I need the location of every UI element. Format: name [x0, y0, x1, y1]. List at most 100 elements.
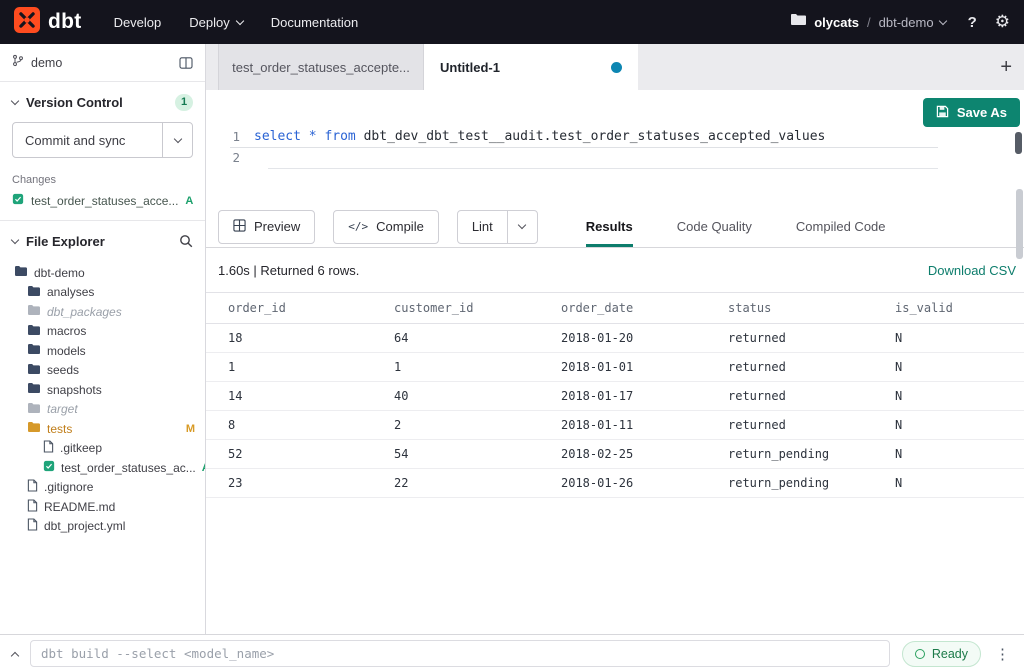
editor-line-rule: [230, 147, 938, 148]
tab-untitled-1[interactable]: Untitled-1: [424, 44, 638, 90]
status-badge: Ready: [901, 640, 981, 667]
new-tab-button[interactable]: +: [988, 56, 1024, 79]
commit-options-dropdown[interactable]: [162, 123, 192, 157]
chevron-down-icon: [10, 235, 20, 244]
tree-item-dbt-project-yml[interactable]: dbt_project.yml: [0, 517, 205, 537]
version-control-title: Version Control: [26, 94, 123, 110]
table-grid-icon: [233, 218, 246, 235]
cell: N: [873, 439, 1024, 469]
panel-scrollbar-thumb[interactable]: [1016, 189, 1023, 259]
path-separator: /: [867, 14, 871, 30]
git-status-modified: M: [185, 422, 195, 435]
file-icon: [43, 440, 54, 456]
folder-icon: [27, 285, 41, 300]
code-brackets-icon: </>: [348, 220, 369, 233]
tab-test-order-statuses[interactable]: test_order_statuses_accepte...: [218, 44, 424, 90]
results-table-wrap: order_id customer_id order_date status i…: [206, 292, 1024, 634]
changed-file-item[interactable]: test_order_statuses_acce... A: [0, 191, 205, 210]
lint-button[interactable]: Lint: [458, 211, 507, 243]
tree-item-gitignore[interactable]: .gitignore: [0, 478, 205, 498]
project-switcher[interactable]: dbt-demo: [879, 15, 947, 30]
kebab-menu-icon[interactable]: ⋮: [993, 645, 1012, 663]
workspace-body: demo Version Control 1 Commit and sync C…: [0, 44, 1024, 634]
folder-icon: [27, 343, 41, 358]
changes-label: Changes: [12, 174, 57, 186]
help-icon[interactable]: ?: [968, 14, 977, 31]
cell: returned: [706, 323, 873, 353]
tree-item-snapshots[interactable]: snapshots: [0, 380, 205, 400]
version-control-header[interactable]: Version Control 1: [0, 82, 205, 122]
chevron-down-icon: [173, 134, 182, 143]
editor-tab-bar: test_order_statuses_accepte... Untitled-…: [206, 44, 1024, 90]
table-row: 8 2 2018-01-11 returned N: [206, 410, 1024, 440]
tree-item-models[interactable]: models: [0, 341, 205, 361]
nav-develop[interactable]: Develop: [114, 15, 162, 30]
lint-split-button: Lint: [456, 209, 538, 244]
branch-selector[interactable]: demo: [0, 44, 205, 82]
tree-item-seeds[interactable]: seeds: [0, 361, 205, 381]
folder-icon: [27, 421, 41, 436]
test-file-icon: [43, 460, 55, 475]
preview-button[interactable]: Preview: [218, 209, 316, 244]
table-header-row: order_id customer_id order_date status i…: [206, 292, 1024, 324]
code-editor[interactable]: Save As 1 select * from dbt_dev_dbt_test…: [206, 90, 1024, 206]
search-icon[interactable]: [179, 234, 193, 248]
tab-results[interactable]: Results: [585, 206, 633, 247]
folder-icon: [27, 324, 41, 339]
tree-item-dbt-demo[interactable]: dbt-demo: [0, 263, 205, 283]
nav-documentation[interactable]: Documentation: [271, 15, 358, 30]
tab-compiled-code[interactable]: Compiled Code: [796, 206, 886, 247]
save-as-button[interactable]: Save As: [922, 98, 1020, 127]
dbt-logo-text: dbt: [48, 10, 82, 33]
cell: 2: [372, 410, 539, 440]
commit-and-sync-button[interactable]: Commit and sync: [12, 122, 193, 158]
tree-item-target[interactable]: target: [0, 400, 205, 420]
ready-circle-icon: [914, 648, 925, 659]
cell: 2018-01-11: [539, 410, 706, 440]
tree-item-gitkeep[interactable]: .gitkeep: [0, 439, 205, 459]
cell: 40: [372, 381, 539, 411]
code-line-2: 2: [206, 147, 938, 168]
command-input[interactable]: dbt build --select <model_name>: [30, 640, 890, 667]
results-tab-group: Results Code Quality Compiled Code: [585, 206, 886, 247]
split-panes-icon[interactable]: [179, 56, 193, 69]
chevron-down-icon: [938, 16, 947, 25]
account-name[interactable]: olycats: [814, 15, 859, 30]
editor-scrollbar-thumb[interactable]: [1015, 132, 1022, 154]
cell: N: [873, 352, 1024, 382]
nav-deploy[interactable]: Deploy: [189, 15, 244, 30]
dbt-logo-icon: [14, 6, 40, 38]
line-number: 2: [232, 150, 240, 165]
tree-item-macros[interactable]: macros: [0, 322, 205, 342]
dbt-logo[interactable]: dbt: [14, 6, 82, 38]
folder-icon: [790, 13, 807, 31]
chevron-down-icon: [235, 16, 244, 25]
tree-item-dbt-packages[interactable]: dbt_packages: [0, 302, 205, 322]
tree-item-readme[interactable]: README.md: [0, 497, 205, 517]
invocation-toolbar: Preview </> Compile Lint Results Code Qu…: [206, 206, 1024, 248]
column-header: order_id: [206, 292, 372, 324]
action-buttons: Preview </> Compile Lint: [218, 206, 538, 247]
compile-button[interactable]: </> Compile: [333, 209, 439, 244]
tree-item-tests[interactable]: tests M: [0, 419, 205, 439]
tree-item-analyses[interactable]: analyses: [0, 283, 205, 303]
editor-cursor-line-rule: [268, 168, 938, 169]
lint-options-dropdown[interactable]: [506, 210, 537, 243]
tree-item-test-order-statuses[interactable]: test_order_statuses_ac... A: [0, 458, 205, 478]
command-bar: dbt build --select <model_name> Ready ⋮: [0, 634, 1024, 672]
results-table: order_id customer_id order_date status i…: [206, 292, 1024, 498]
file-explorer-header[interactable]: File Explorer: [0, 221, 205, 261]
cell: return_pending: [706, 468, 873, 498]
save-icon: [936, 105, 949, 121]
ready-label: Ready: [931, 646, 968, 661]
folder-icon: [27, 402, 41, 417]
collapse-panel-icon[interactable]: [10, 649, 20, 660]
chevron-down-icon: [10, 96, 20, 105]
folder-icon: [27, 304, 41, 319]
gear-icon[interactable]: ⚙: [995, 12, 1010, 32]
download-csv-link[interactable]: Download CSV: [928, 263, 1018, 278]
cell: 2018-01-26: [539, 468, 706, 498]
cell: N: [873, 323, 1024, 353]
tab-code-quality[interactable]: Code Quality: [677, 206, 752, 247]
column-header: status: [706, 292, 873, 324]
